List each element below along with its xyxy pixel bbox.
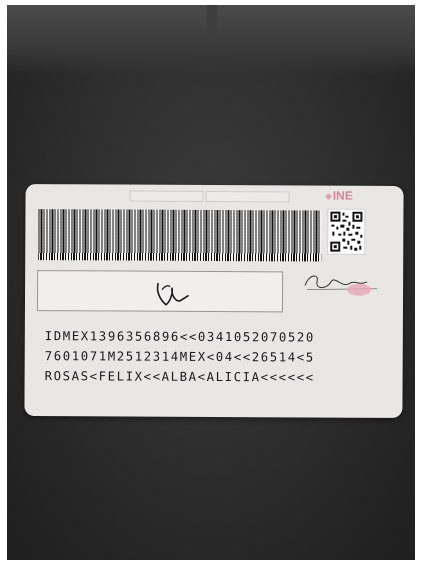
qr-code-icon [327,208,366,255]
ine-logo-text: INE [332,188,353,203]
id-card-back: ◆ INE IDMEX1396356896<<0341052070520 760… [24,184,404,418]
holder-signature-box [36,270,284,313]
official-signature [297,267,387,297]
header-field-box [129,190,204,202]
header-field-box [205,190,290,203]
machine-readable-zone: IDMEX1396356896<<0341052070520 7601071M2… [45,326,393,388]
ine-logo-mark-icon: ◆ [325,191,332,201]
mrz-line-2: 7601071M2512314MEX<04<<26514<5 [44,349,315,365]
mrz-line-3: ROSAS<FELIX<<ALBA<ALICIA<<<<<< [44,369,315,385]
photo: ◆ INE IDMEX1396356896<<0341052070520 760… [7,5,415,560]
mrz-line-1: IDMEX1396356896<<0341052070520 [44,329,315,345]
signature-icon [156,282,189,306]
ine-logo: ◆ INE [326,189,376,203]
table-surface-highlight [7,5,415,75]
barcode-icon [38,209,322,262]
